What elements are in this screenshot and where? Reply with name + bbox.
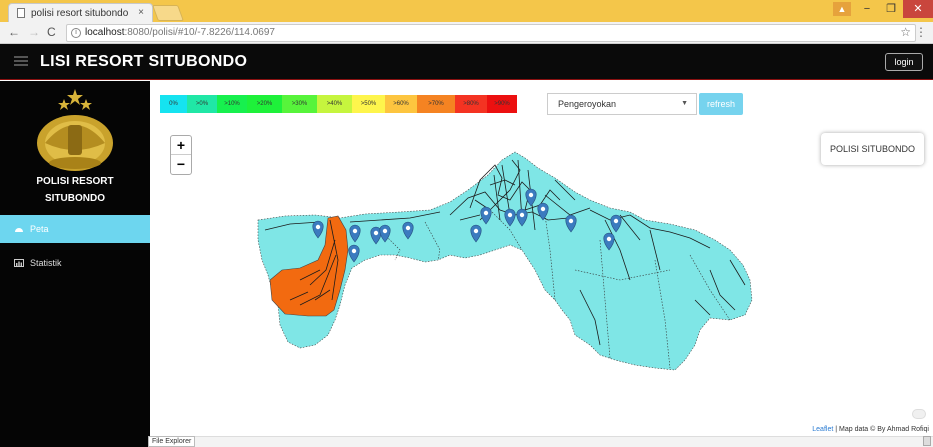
minimize-icon[interactable]: −	[855, 0, 879, 18]
url-input[interactable]: i localhost:8080/polisi/#10/-7.8226/114.…	[66, 24, 916, 42]
chevron-down-icon: ▼	[681, 100, 688, 107]
reload-icon[interactable]: C	[47, 25, 56, 39]
hamburger-menu-icon[interactable]	[14, 56, 28, 67]
page-icon	[17, 8, 25, 18]
zoom-control: + −	[170, 135, 192, 175]
url-host: localhost	[85, 27, 125, 38]
legend-swatch: >0%	[187, 95, 217, 113]
map-marker-dot	[483, 210, 489, 216]
sidebar-item-label: Statistik	[30, 258, 62, 268]
legend-swatch: >20%	[247, 95, 282, 113]
url-path: :8080/polisi/#10/-7.8226/114.0697	[124, 27, 275, 38]
back-icon[interactable]: ←	[8, 25, 20, 39]
dashboard-icon	[15, 228, 23, 232]
map-attribution: Leaflet | Map data © By Ahmad Rofiqi	[812, 426, 929, 433]
sidebar-item-statistik[interactable]: Statistik	[0, 249, 150, 277]
attribution-text: | Map data © By Ahmad Rofiqi	[833, 426, 929, 433]
layer-toggle[interactable]	[912, 409, 926, 419]
sidebar-item-peta[interactable]: Peta	[0, 215, 150, 243]
sidebar: POLISI RESORT SITUBONDO Peta Statistik	[0, 81, 150, 447]
map-marker-dot	[405, 225, 411, 231]
map-info-box: POLISI SITUBONDO	[821, 133, 924, 165]
legend-scale: 0% >0% >10% >20% >30% >40% >50% >60% >70% >80% >90…	[160, 95, 517, 113]
legend-swatch: 0%	[160, 95, 187, 113]
map-marker-dot	[528, 192, 534, 198]
address-bar: ← → C i localhost:8080/polisi/#10/-7.822…	[0, 22, 933, 44]
map-marker-dot	[382, 228, 388, 234]
legend-swatch: >30%	[282, 95, 317, 113]
map-marker-dot	[613, 218, 619, 224]
map-marker-dot	[507, 212, 513, 218]
map-marker-dot	[568, 218, 574, 224]
legend-swatch: >50%	[352, 95, 385, 113]
new-tab-button[interactable]	[152, 5, 184, 21]
refresh-button[interactable]: refresh	[699, 93, 743, 115]
bookmark-star-icon[interactable]: ☆	[900, 25, 911, 39]
leaflet-link[interactable]: Leaflet	[812, 426, 833, 433]
app-header: LISI RESORT SITUBONDO login	[0, 44, 933, 80]
window-controls: ▲ − ❐ ✕	[833, 0, 933, 20]
legend-swatch: >10%	[217, 95, 247, 113]
tab-title: polisi resort situbondo	[31, 7, 129, 19]
map-marker-dot	[473, 228, 479, 234]
scroll-corner	[923, 436, 931, 446]
login-button[interactable]: login	[885, 53, 923, 71]
sidebar-item-label: Peta	[30, 224, 49, 234]
chart-icon	[14, 259, 24, 267]
app-title: LISI RESORT SITUBONDO	[40, 53, 248, 70]
legend-swatch: >80%	[455, 95, 487, 113]
legend-swatch: >40%	[317, 95, 352, 113]
browser-tab[interactable]: polisi resort situbondo ×	[8, 3, 153, 22]
crime-type-selected: Pengeroyokan	[558, 99, 617, 109]
bottom-scrollbar[interactable]	[148, 436, 933, 447]
brand-line-2: SITUBONDO	[45, 193, 105, 204]
map-marker-dot	[373, 230, 379, 236]
user-icon[interactable]: ▲	[833, 2, 851, 16]
restore-icon[interactable]: ❐	[879, 0, 903, 18]
legend-swatch: >90%	[487, 95, 517, 113]
crime-type-select[interactable]: Pengeroyokan ▼	[547, 93, 697, 115]
map-marker-dot	[352, 228, 358, 234]
legend-swatch: >60%	[385, 95, 417, 113]
map-marker-dot	[606, 236, 612, 242]
brand-name: POLISI RESORT SITUBONDO	[0, 173, 150, 207]
brand-line-1: POLISI RESORT	[36, 176, 114, 187]
forward-icon[interactable]: →	[28, 25, 40, 39]
info-icon[interactable]: i	[71, 28, 81, 38]
map-marker-dot	[315, 224, 321, 230]
map-canvas[interactable]	[150, 120, 933, 440]
map-marker-dot	[540, 206, 546, 212]
browser-tab-bar: polisi resort situbondo × ▲ − ❐ ✕	[0, 0, 933, 22]
police-emblem-logo	[37, 89, 113, 171]
browser-menu-icon[interactable]: ⋮	[915, 25, 927, 39]
file-explorer-tooltip: File Explorer	[148, 436, 196, 447]
zoom-out-button[interactable]: −	[171, 155, 191, 174]
map-marker-dot	[351, 248, 357, 254]
map-marker-dot	[519, 212, 525, 218]
legend-swatch: >70%	[417, 95, 455, 113]
close-tab-icon[interactable]: ×	[138, 7, 144, 18]
situbondo-map[interactable]	[150, 120, 933, 440]
close-window-icon[interactable]: ✕	[903, 0, 933, 18]
zoom-in-button[interactable]: +	[171, 136, 191, 155]
